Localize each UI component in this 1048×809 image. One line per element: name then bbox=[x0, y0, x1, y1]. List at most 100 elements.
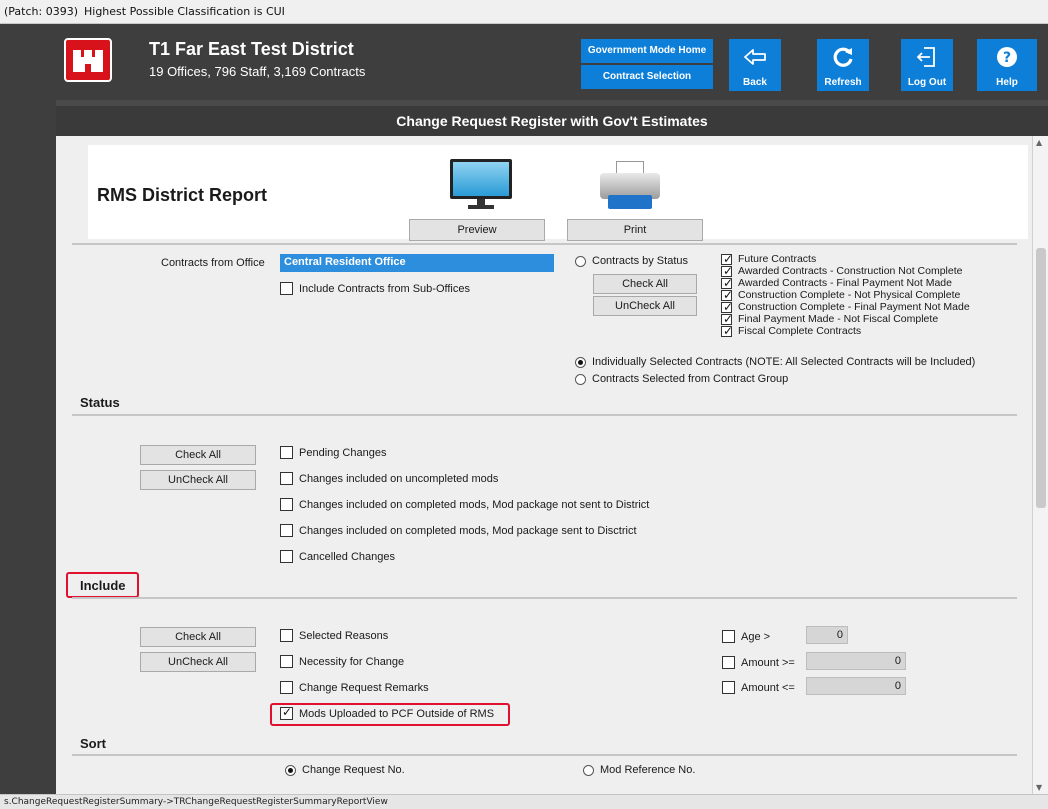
contract-status-2-label: Awarded Contracts - Final Payment Not Ma… bbox=[738, 277, 952, 290]
contract-status-2-option[interactable]: Awarded Contracts - Final Payment Not Ma… bbox=[721, 276, 952, 290]
amount-ge-option[interactable]: Amount >= bbox=[722, 656, 795, 669]
status-option-2-option[interactable]: Changes included on completed mods, Mod … bbox=[280, 498, 649, 511]
status-option-0-option[interactable]: Pending Changes bbox=[280, 446, 386, 459]
status-option-2-label: Changes included on completed mods, Mod … bbox=[299, 498, 650, 511]
sort-change-request-radio[interactable] bbox=[285, 764, 296, 776]
include-check-all-button[interactable]: Check All bbox=[140, 627, 256, 647]
contract-status-3-label: Construction Complete - Not Physical Com… bbox=[738, 289, 961, 302]
status-option-3-option[interactable]: Changes included on completed mods, Mod … bbox=[280, 524, 637, 537]
contract-status-6-option[interactable]: Fiscal Complete Contracts bbox=[721, 324, 861, 338]
status-divider bbox=[72, 414, 1017, 416]
contract-status-1-label: Awarded Contracts - Construction Not Com… bbox=[738, 265, 963, 278]
log-out-button[interactable]: Log Out bbox=[901, 39, 953, 91]
contracts-from-office-label: Contracts from Office bbox=[161, 257, 265, 269]
svg-text:?: ? bbox=[1003, 50, 1011, 66]
status-option-0-label: Pending Changes bbox=[299, 446, 387, 459]
status-option-1-option[interactable]: Changes included on uncompleted mods bbox=[280, 472, 498, 485]
sort-divider bbox=[72, 754, 1017, 756]
individually-selected-label: Individually Selected Contracts (NOTE: A… bbox=[592, 356, 976, 369]
report-title: RMS District Report bbox=[97, 185, 268, 205]
print-button[interactable]: Print bbox=[567, 219, 703, 241]
status-option-3-label: Changes included on completed mods, Mod … bbox=[299, 524, 637, 537]
include-uncheck-all-button[interactable]: UnCheck All bbox=[140, 652, 256, 672]
age-option[interactable]: Age > bbox=[722, 630, 770, 643]
sort-change-request-option[interactable]: Change Request No. bbox=[285, 764, 405, 776]
scroll-down-icon[interactable]: ▼ bbox=[1036, 783, 1042, 792]
include-option-2-checkbox[interactable] bbox=[280, 681, 293, 694]
include-heading: Include bbox=[80, 578, 126, 593]
contract-group-radio[interactable] bbox=[575, 373, 586, 385]
contract-selection-button[interactable]: Contract Selection bbox=[581, 65, 713, 89]
individually-selected-option[interactable]: Individually Selected Contracts (NOTE: A… bbox=[575, 356, 975, 368]
report-form: RMS District Report Preview Print Contra… bbox=[56, 136, 1032, 794]
log-out-label: Log Out bbox=[907, 77, 947, 88]
status-uncheck-all-button[interactable]: UnCheck All bbox=[140, 470, 256, 490]
help-button[interactable]: ? Help bbox=[977, 39, 1037, 91]
contracts-uncheck-all-button[interactable]: UnCheck All bbox=[593, 296, 697, 316]
back-arrow-icon bbox=[744, 49, 766, 65]
status-option-0-checkbox[interactable] bbox=[280, 446, 293, 459]
refresh-icon bbox=[833, 47, 853, 67]
individually-selected-radio[interactable] bbox=[575, 356, 586, 368]
include-option-1-checkbox[interactable] bbox=[280, 655, 293, 668]
include-divider bbox=[72, 597, 1017, 599]
contract-status-3-option[interactable]: Construction Complete - Not Physical Com… bbox=[721, 288, 961, 302]
contracts-by-status-radio[interactable] bbox=[575, 255, 586, 267]
help-icon: ? bbox=[997, 47, 1017, 67]
refresh-label: Refresh bbox=[824, 77, 862, 88]
status-option-2-checkbox[interactable] bbox=[280, 498, 293, 511]
back-button[interactable]: Back bbox=[729, 39, 781, 91]
amount-le-label: Amount <= bbox=[741, 681, 795, 694]
status-option-3-checkbox[interactable] bbox=[280, 524, 293, 537]
include-option-0-checkbox[interactable] bbox=[280, 629, 293, 642]
district-title: T1 Far East Test District bbox=[149, 39, 354, 59]
contract-status-6-checkbox[interactable] bbox=[721, 324, 733, 338]
government-mode-home-button[interactable]: Government Mode Home bbox=[581, 39, 713, 63]
include-sub-offices-checkbox[interactable] bbox=[280, 282, 293, 295]
amount-ge-input[interactable]: 0 bbox=[806, 652, 906, 670]
left-strip bbox=[0, 24, 56, 794]
contract-status-5-option[interactable]: Final Payment Made - Not Fiscal Complete bbox=[721, 312, 938, 326]
include-option-2-option[interactable]: Change Request Remarks bbox=[280, 681, 429, 694]
include-sub-offices-option[interactable]: Include Contracts from Sub-Offices bbox=[280, 282, 470, 295]
report-card: RMS District Report Preview Print bbox=[88, 145, 1028, 241]
status-option-1-checkbox[interactable] bbox=[280, 472, 293, 485]
page-title: Change Request Register with Gov't Estim… bbox=[56, 106, 1048, 136]
age-checkbox[interactable] bbox=[722, 630, 735, 643]
contract-group-option[interactable]: Contracts Selected from Contract Group bbox=[575, 373, 788, 385]
contracts-by-status-option[interactable]: Contracts by Status bbox=[575, 255, 688, 267]
sort-mod-reference-option[interactable]: Mod Reference No. bbox=[583, 764, 695, 776]
contract-status-4-option[interactable]: Construction Complete - Final Payment No… bbox=[721, 300, 970, 314]
divider bbox=[72, 243, 1017, 245]
vertical-scrollbar[interactable]: ▲ ▼ bbox=[1032, 136, 1048, 794]
amount-ge-checkbox[interactable] bbox=[722, 656, 735, 669]
classification-label: Highest Possible Classification is CUI bbox=[84, 5, 285, 18]
age-input[interactable]: 0 bbox=[806, 626, 848, 644]
contract-status-0-option[interactable]: Future Contracts bbox=[721, 252, 816, 266]
back-label: Back bbox=[743, 77, 767, 88]
patch-label: (Patch: 0393) bbox=[4, 5, 78, 18]
status-check-all-button[interactable]: Check All bbox=[140, 445, 256, 465]
contract-status-4-label: Construction Complete - Final Payment No… bbox=[738, 301, 970, 314]
contracts-check-all-button[interactable]: Check All bbox=[593, 274, 697, 294]
office-select[interactable]: Central Resident Office bbox=[280, 254, 554, 272]
contract-status-1-option[interactable]: Awarded Contracts - Construction Not Com… bbox=[721, 264, 963, 278]
amount-le-input[interactable]: 0 bbox=[806, 677, 906, 695]
preview-button[interactable]: Preview bbox=[409, 219, 545, 241]
age-label: Age > bbox=[741, 630, 771, 643]
scrollbar-thumb[interactable] bbox=[1036, 248, 1046, 508]
contract-group-label: Contracts Selected from Contract Group bbox=[592, 373, 789, 386]
amount-ge-label: Amount >= bbox=[741, 656, 795, 669]
status-option-1-label: Changes included on uncompleted mods bbox=[299, 472, 499, 485]
include-option-0-option[interactable]: Selected Reasons bbox=[280, 629, 388, 642]
status-option-4-checkbox[interactable] bbox=[280, 550, 293, 563]
include-option-1-option[interactable]: Necessity for Change bbox=[280, 655, 404, 668]
castle-logo-icon bbox=[64, 38, 112, 82]
scroll-up-icon[interactable]: ▲ bbox=[1036, 138, 1042, 147]
status-option-4-option[interactable]: Cancelled Changes bbox=[280, 550, 395, 563]
include-sub-offices-label: Include Contracts from Sub-Offices bbox=[299, 282, 470, 295]
refresh-button[interactable]: Refresh bbox=[817, 39, 869, 91]
sort-mod-reference-radio[interactable] bbox=[583, 764, 594, 776]
amount-le-option[interactable]: Amount <= bbox=[722, 681, 795, 694]
amount-le-checkbox[interactable] bbox=[722, 681, 735, 694]
